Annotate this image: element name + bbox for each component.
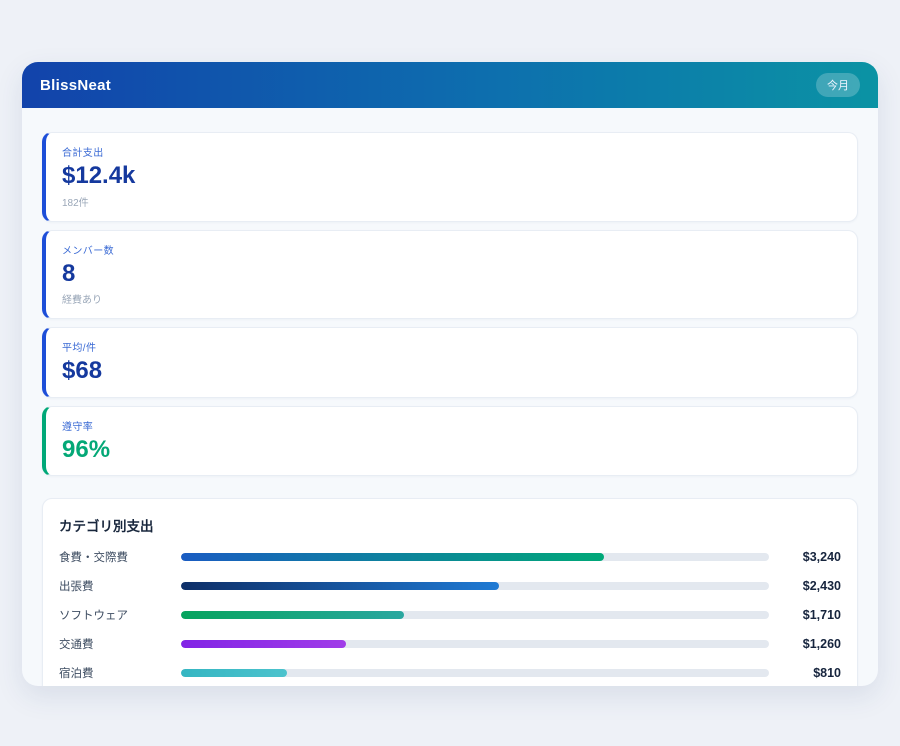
category-bar-fill [181,611,404,619]
category-bar-track [181,640,769,648]
stat-label: 遵守率 [62,418,841,433]
category-section-title: カテゴリ別支出 [59,515,841,535]
category-label: 出張費 [59,578,171,594]
stat-label: 平均/件 [62,339,841,354]
category-rows: 食費・交際費 $3,240 出張費 $2,430 ソフトウェア $1,710 交… [59,549,841,681]
category-amount: $1,710 [779,608,841,622]
app-title: BlissNeat [40,77,111,94]
category-label: 食費・交際費 [59,549,171,565]
category-amount: $2,430 [779,579,841,593]
category-bar-fill [181,669,287,677]
stat-card: 合計支出 $12.4k 182件 [42,132,858,222]
app-header: BlissNeat 今月 [22,62,878,108]
period-badge[interactable]: 今月 [816,73,860,97]
category-row: 出張費 $2,430 [59,578,841,594]
category-row: 宿泊費 $810 [59,665,841,681]
category-label: 交通費 [59,636,171,652]
stat-value: $68 [62,357,841,385]
stat-sub: 182件 [62,194,841,209]
category-section: カテゴリ別支出 食費・交際費 $3,240 出張費 $2,430 ソフトウェア … [42,498,858,686]
category-bar-track [181,553,769,561]
category-bar-track [181,669,769,677]
stat-value: 96% [62,436,841,464]
category-bar-fill [181,553,604,561]
category-bar-fill [181,640,346,648]
category-row: 交通費 $1,260 [59,636,841,652]
stat-label: 合計支出 [62,144,841,159]
dashboard-card: BlissNeat 今月 合計支出 $12.4k 182件 メンバー数 8 経費… [22,62,878,686]
stat-sub: 経費あり [62,291,841,306]
dashboard-body: 合計支出 $12.4k 182件 メンバー数 8 経費あり 平均/件 $68 遵… [22,108,878,686]
category-row: 食費・交際費 $3,240 [59,549,841,565]
category-bar-track [181,611,769,619]
category-bar-fill [181,582,499,590]
stat-card: 遵守率 96% [42,406,858,477]
category-row: ソフトウェア $1,710 [59,607,841,623]
category-label: 宿泊費 [59,665,171,681]
category-amount: $3,240 [779,550,841,564]
stat-label: メンバー数 [62,242,841,257]
category-label: ソフトウェア [59,607,171,623]
stat-card: メンバー数 8 経費あり [42,230,858,320]
stat-value: $12.4k [62,162,841,190]
stat-value: 8 [62,260,841,288]
stats-list: 合計支出 $12.4k 182件 メンバー数 8 経費あり 平均/件 $68 遵… [42,132,858,476]
category-amount: $1,260 [779,637,841,651]
category-bar-track [181,582,769,590]
stat-card: 平均/件 $68 [42,327,858,398]
category-amount: $810 [779,666,841,680]
